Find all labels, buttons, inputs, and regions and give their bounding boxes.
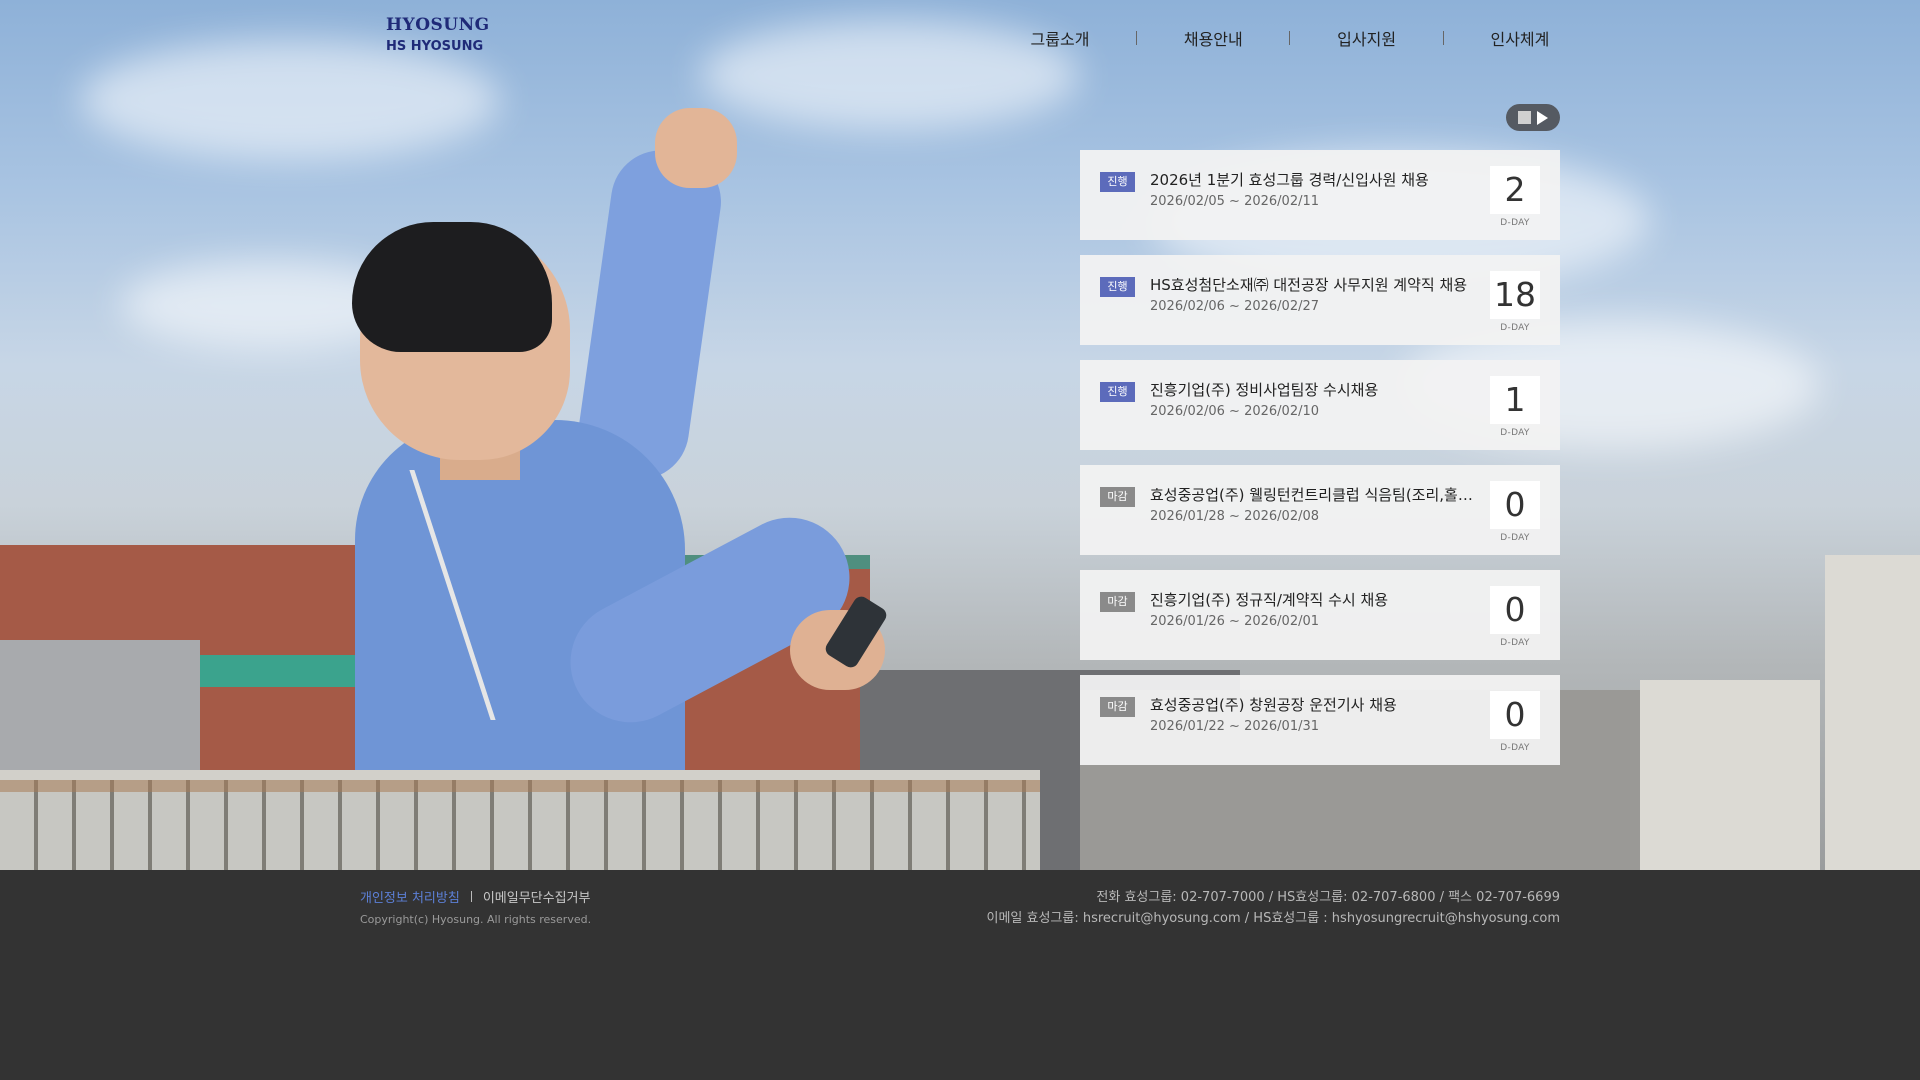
nav-divider [1289,31,1291,45]
job-period: 2026/01/28 ~ 2026/02/08 [1150,509,1320,524]
dday-box: 0 [1490,586,1540,634]
job-title: 효성중공업(주) 웰링턴컨트리클럽 식음팀(조리,홀… [1150,486,1473,504]
dday-box: 2 [1490,166,1540,214]
status-badge: 마감 [1100,487,1135,507]
job-title: HS효성첨단소재㈜ 대전공장 사무지원 계약직 채용 [1150,276,1468,294]
email-refusal-link[interactable]: 이메일무단수집거부 [483,887,591,906]
dday-box: 18 [1490,271,1540,319]
slider-control [1506,104,1560,131]
nav-apply[interactable]: 입사지원 [1307,26,1427,50]
job-title: 진흥기업(주) 정비사업팀장 수시채용 [1150,381,1379,399]
nav-divider [1442,31,1444,45]
footer-divider [470,891,472,902]
dday-count: 0 [1504,695,1526,734]
job-posting[interactable]: 마감 진흥기업(주) 정규직/계약직 수시 채용 2026/01/26 ~ 20… [1080,570,1560,660]
job-posting[interactable]: 마감 효성중공업(주) 웰링턴컨트리클럽 식음팀(조리,홀… 2026/01/2… [1080,465,1560,555]
dday-box: 0 [1490,481,1540,529]
nav-hr-system[interactable]: 인사체계 [1460,26,1580,50]
dday-count: 0 [1504,590,1526,629]
job-posting[interactable]: 진행 HS효성첨단소재㈜ 대전공장 사무지원 계약직 채용 2026/02/06… [1080,255,1560,345]
dday-count: 1 [1504,380,1526,419]
dday-label: D-DAY [1500,638,1530,648]
footer-links: 개인정보 처리방침 이메일무단수집거부 [360,887,590,906]
dday-label: D-DAY [1500,428,1530,438]
dday-label: D-DAY [1500,323,1530,333]
dday-count: 2 [1504,170,1526,209]
phone-fax-info: 전화 효성그룹: 02-707-7000 / HS효성그룹: 02-707-68… [1096,890,1560,905]
status-badge: 마감 [1100,697,1135,717]
footer: 개인정보 처리방침 이메일무단수집거부 Copyright(c) Hyosung… [0,870,1920,1080]
email-info: 이메일 효성그룹: hsrecruit@hyosung.com / HS효성그룹… [986,911,1560,926]
job-period: 2026/02/05 ~ 2026/02/11 [1150,194,1320,209]
job-period: 2026/02/06 ~ 2026/02/10 [1150,404,1320,419]
logo-hyosung: HYOSUNG [386,15,490,35]
status-badge: 진행 [1100,277,1135,297]
privacy-policy-link[interactable]: 개인정보 처리방침 [360,887,460,906]
job-posting[interactable]: 진행 2026년 1분기 효성그룹 경력/신입사원 채용 2026/02/05 … [1080,150,1560,240]
nav-recruit-info[interactable]: 채용안내 [1153,26,1273,50]
dday-label: D-DAY [1500,218,1530,228]
status-badge: 진행 [1100,382,1135,402]
dday-box: 0 [1490,691,1540,739]
main-nav: 그룹소개 채용안내 입사지원 인사체계 [1000,26,1580,50]
job-title: 진흥기업(주) 정규직/계약직 수시 채용 [1150,591,1389,609]
nav-group-intro[interactable]: 그룹소개 [1000,26,1120,50]
job-posting-list: 진행 2026년 1분기 효성그룹 경력/신입사원 채용 2026/02/05 … [1080,150,1560,780]
person-hair [352,222,552,352]
job-title: 2026년 1분기 효성그룹 경력/신입사원 채용 [1150,171,1429,189]
status-badge: 진행 [1100,172,1135,192]
nav-divider [1136,31,1138,45]
dday-box: 1 [1490,376,1540,424]
contact-info: 전화 효성그룹: 02-707-7000 / HS효성그룹: 02-707-68… [986,887,1560,929]
job-period: 2026/02/06 ~ 2026/02/27 [1150,299,1320,314]
dday-label: D-DAY [1500,533,1530,543]
hyosung-logo[interactable]: HYOSUNG HS HYOSUNG [386,15,490,54]
dday-count: 0 [1504,485,1526,524]
copyright: Copyright(c) Hyosung. All rights reserve… [360,913,592,926]
job-posting[interactable]: 마감 효성중공업(주) 창원공장 운전기사 채용 2026/01/22 ~ 20… [1080,675,1560,765]
job-period: 2026/01/22 ~ 2026/01/31 [1150,719,1320,734]
job-posting[interactable]: 진행 진흥기업(주) 정비사업팀장 수시채용 2026/02/06 ~ 2026… [1080,360,1560,450]
raised-fist [655,108,737,188]
hero-background [0,0,1920,870]
job-period: 2026/01/26 ~ 2026/02/01 [1150,614,1320,629]
stop-icon[interactable] [1518,111,1531,124]
status-badge: 마감 [1100,592,1135,612]
job-title: 효성중공업(주) 창원공장 운전기사 채용 [1150,696,1397,714]
logo-hs-hyosung: HS HYOSUNG [386,39,484,54]
dday-count: 18 [1494,275,1536,314]
dday-label: D-DAY [1500,743,1530,753]
play-icon[interactable] [1537,110,1548,125]
